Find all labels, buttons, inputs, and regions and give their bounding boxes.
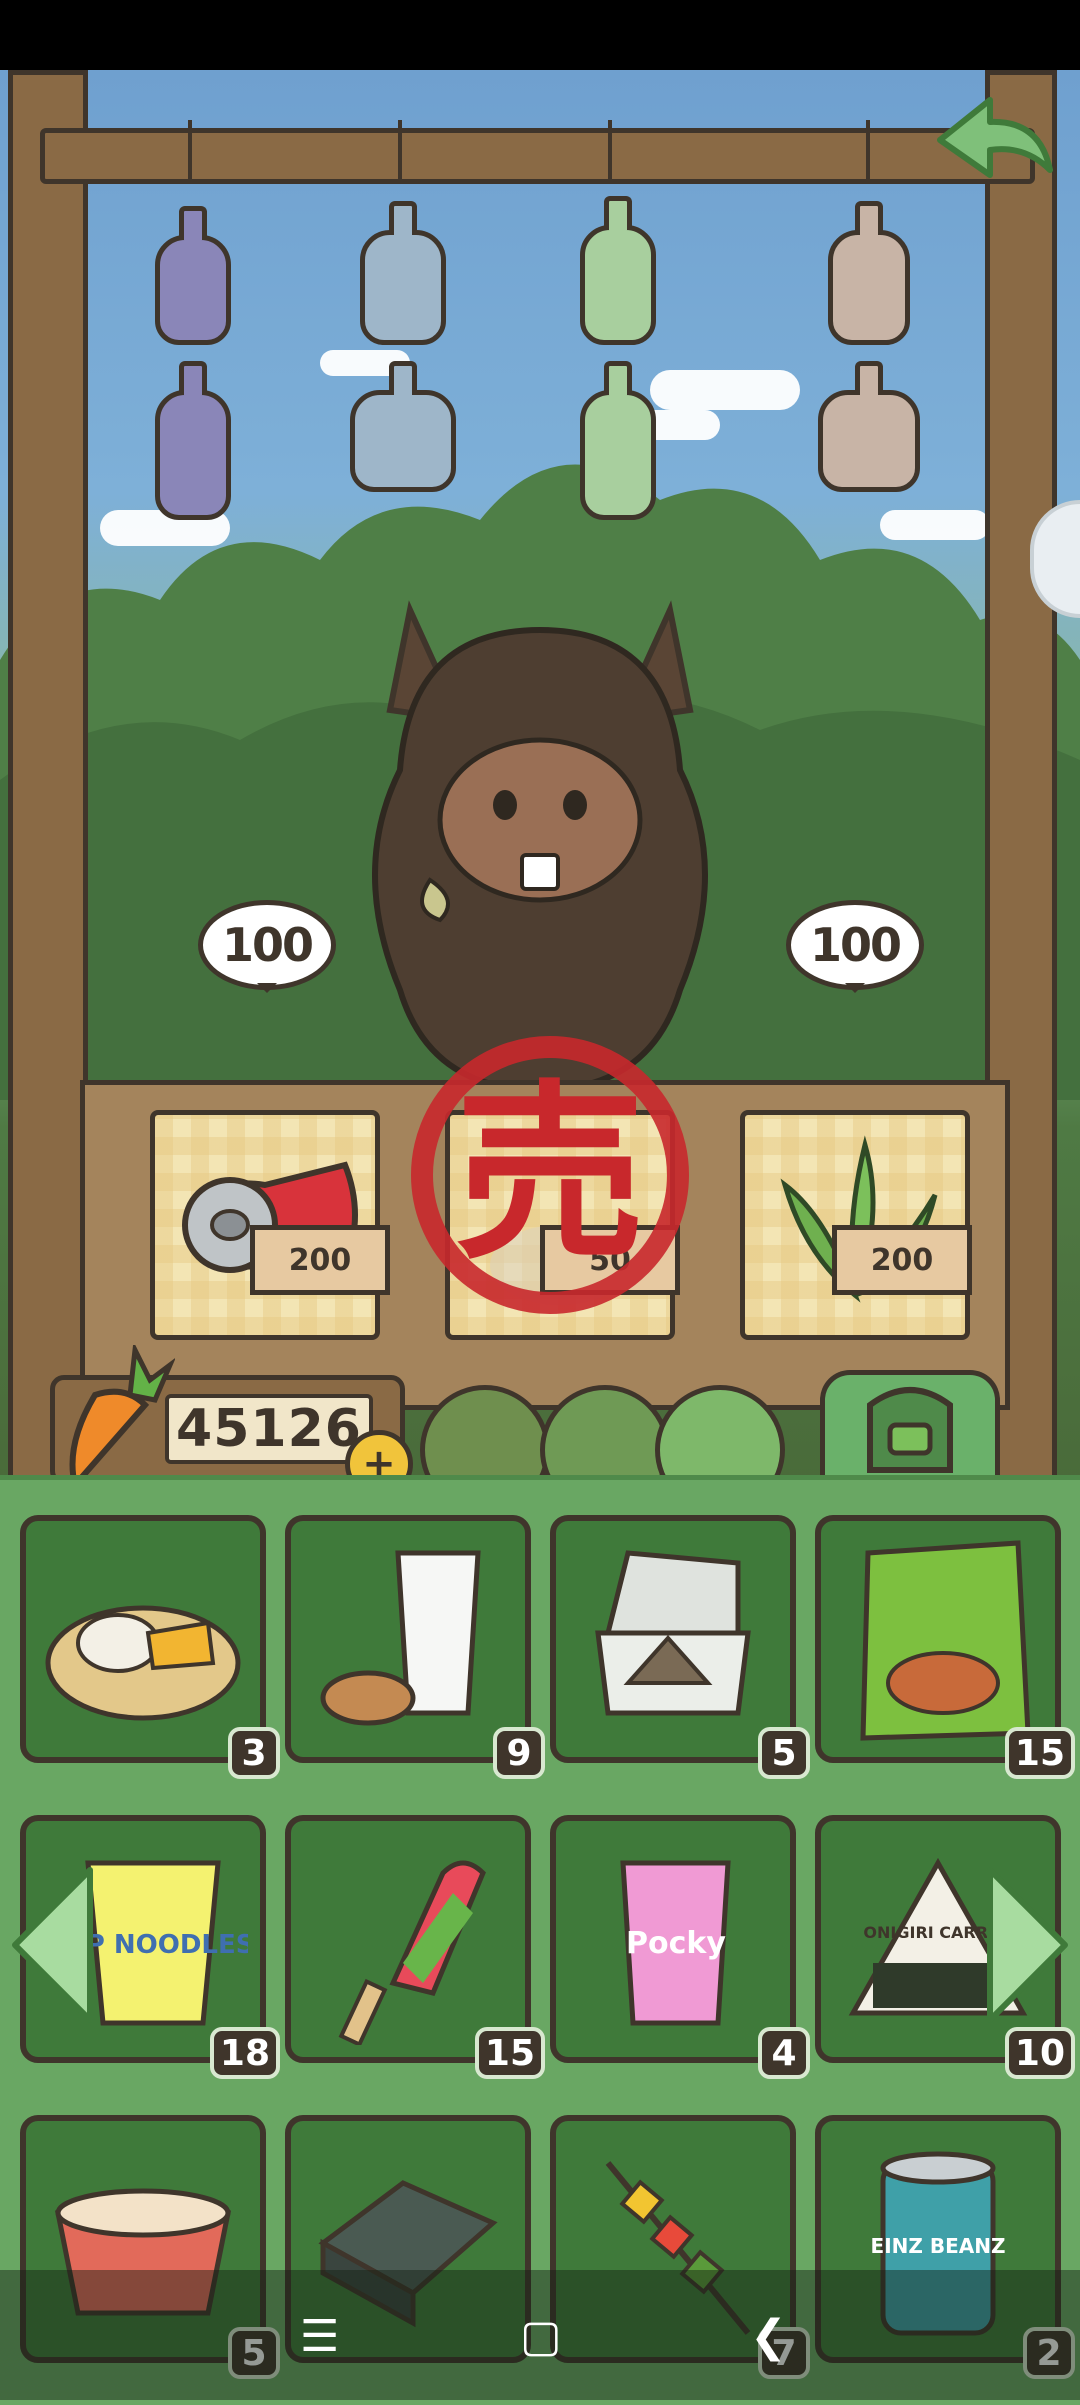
back-arrow-icon[interactable] bbox=[930, 90, 1060, 200]
next-page-arrow-icon[interactable] bbox=[980, 1860, 1075, 2030]
item-count: 4 bbox=[758, 2027, 810, 2079]
item-count: 5 bbox=[758, 1727, 810, 1779]
pocky-label: Pocky bbox=[626, 1926, 726, 1961]
bubble-value: 100 bbox=[809, 918, 902, 972]
bottle-icon bbox=[818, 361, 920, 492]
price-value: 200 bbox=[288, 1242, 352, 1278]
item-count: 9 bbox=[493, 1727, 545, 1779]
nav-back-button[interactable]: ❮ bbox=[750, 2315, 787, 2359]
bubble-value: 100 bbox=[221, 918, 314, 972]
system-nav-bar: ☰ ▢ ❮ bbox=[0, 2270, 1080, 2400]
prev-page-arrow-icon[interactable] bbox=[5, 1860, 100, 2030]
backpack-icon bbox=[867, 1387, 953, 1473]
item-count: 15 bbox=[1004, 1727, 1075, 1779]
item-count: 10 bbox=[1004, 2027, 1075, 2079]
inventory-slot[interactable]: 15 bbox=[285, 1815, 545, 2079]
item-count: 18 bbox=[209, 2027, 280, 2079]
inventory-slot[interactable]: 9 bbox=[285, 1515, 545, 1779]
milk-cookies-icon bbox=[320, 1550, 481, 1726]
price-bubble: 100 bbox=[198, 900, 336, 993]
popsicle-icon bbox=[338, 1860, 486, 2045]
inventory-slot[interactable]: 3 bbox=[20, 1515, 280, 1779]
inventory-slot[interactable]: Pocky 4 bbox=[550, 1815, 810, 2079]
tab-backpack[interactable] bbox=[820, 1370, 1000, 1485]
sold-stamp-icon: 売 bbox=[411, 1036, 689, 1314]
beans-label: EINZ BEANZ bbox=[871, 2234, 1006, 2258]
status-bar bbox=[0, 0, 1080, 70]
home-button[interactable]: ▢ bbox=[520, 2315, 562, 2359]
bottle-icon bbox=[828, 201, 910, 345]
pocky-icon: Pocky bbox=[620, 1860, 731, 2026]
rope bbox=[398, 120, 402, 180]
item-count: 3 bbox=[228, 1727, 280, 1779]
carrot-icon bbox=[69, 1345, 175, 1492]
price-value: 200 bbox=[870, 1242, 934, 1278]
sandwich-box-icon bbox=[595, 1550, 751, 1716]
snack-bag-icon bbox=[860, 1540, 1031, 1741]
inventory-slot[interactable]: 5 bbox=[550, 1515, 810, 1779]
bottle-icon bbox=[350, 361, 456, 492]
mango-rice-icon bbox=[45, 1605, 241, 1721]
recent-apps-button[interactable]: ☰ bbox=[300, 2315, 339, 2359]
stamp-char: 売 bbox=[455, 1064, 645, 1285]
rope bbox=[866, 120, 870, 180]
bottle-icon bbox=[155, 206, 231, 345]
price-tag: 200 bbox=[832, 1225, 972, 1295]
rope bbox=[608, 120, 612, 180]
price-tag: 200 bbox=[250, 1225, 390, 1295]
bottle-icon bbox=[580, 196, 656, 345]
shop-scene: 100 100 200 50 200 売 bbox=[0, 70, 1080, 1480]
bottle-icon bbox=[155, 361, 231, 520]
bottle-icon bbox=[360, 201, 446, 345]
bottle-icon bbox=[580, 361, 656, 520]
inventory-slot[interactable]: 15 bbox=[815, 1515, 1075, 1779]
item-count: 15 bbox=[474, 2027, 545, 2079]
left-post bbox=[8, 70, 88, 1480]
currency-amount: 45126 bbox=[165, 1394, 373, 1464]
price-bubble: 100 bbox=[786, 900, 924, 993]
rope bbox=[188, 120, 192, 180]
